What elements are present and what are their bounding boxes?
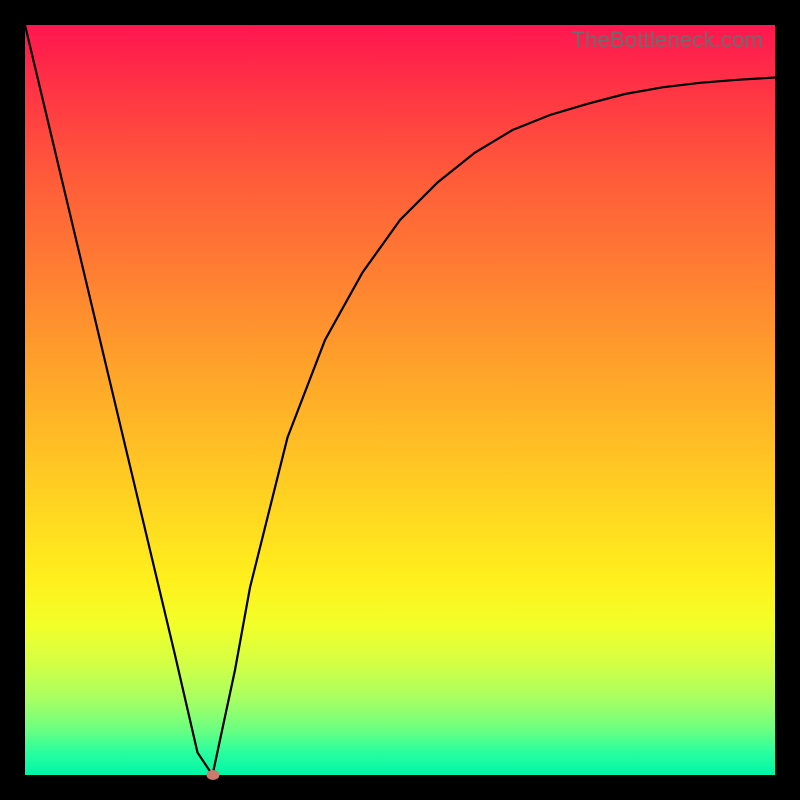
bottleneck-curve [25,25,775,775]
chart-frame: TheBottleneck.com [0,0,800,800]
plot-area: TheBottleneck.com [25,25,775,775]
watermark-text: TheBottleneck.com [571,27,763,53]
optimal-point-marker [206,770,219,780]
